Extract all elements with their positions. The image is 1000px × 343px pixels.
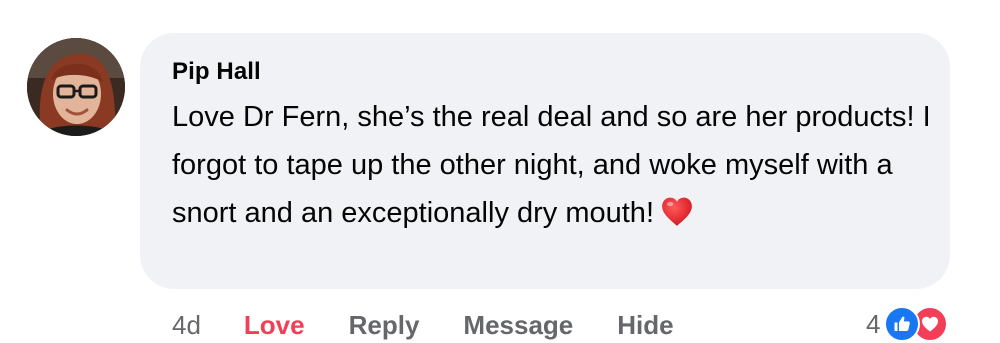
comment-text: Love Dr Fern, she’s the real deal and so…	[172, 101, 939, 229]
comment-text-container: Love Dr Fern, she’s the real deal and so…	[172, 93, 932, 237]
heart-emoji-icon	[662, 197, 692, 226]
comment: Pip Hall Love Dr Fern, she’s the real de…	[0, 0, 1000, 343]
comment-timestamp[interactable]: 4d	[172, 310, 201, 341]
comment-author[interactable]: Pip Hall	[172, 58, 261, 86]
like-icon	[884, 306, 921, 342]
comment-bubble: Pip Hall Love Dr Fern, she’s the real de…	[140, 33, 950, 289]
reaction-count: 4	[866, 308, 881, 339]
hide-button[interactable]: Hide	[617, 310, 673, 341]
comment-actions: 4d Love Reply Message Hide	[172, 308, 718, 342]
avatar[interactable]	[27, 38, 125, 136]
message-button[interactable]: Message	[463, 310, 573, 341]
reaction-summary[interactable]: 4	[866, 306, 949, 342]
avatar-photo	[27, 38, 125, 136]
love-button[interactable]: Love	[244, 310, 305, 341]
reply-button[interactable]: Reply	[349, 310, 420, 341]
